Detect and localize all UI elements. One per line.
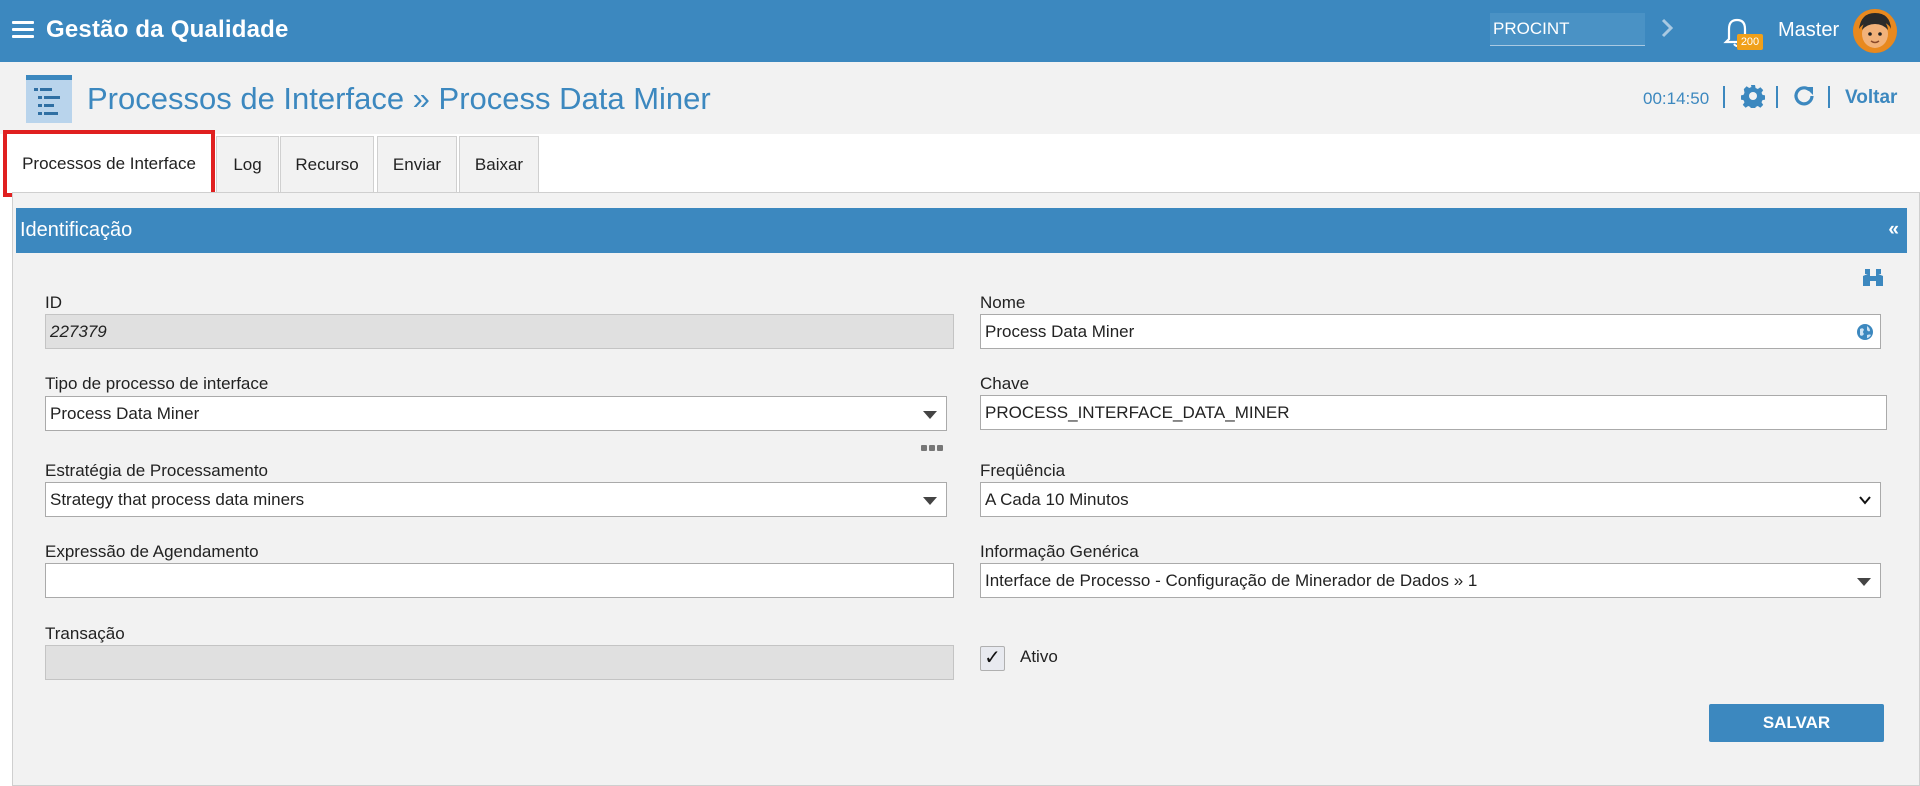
globe-icon[interactable] <box>1856 323 1874 341</box>
transacao-label: Transação <box>45 624 125 643</box>
tab-recurso[interactable]: Recurso <box>280 136 374 192</box>
frequencia-value: A Cada 10 Minutos <box>985 490 1129 509</box>
page-title: Processos de Interface » Process Data Mi… <box>87 81 711 116</box>
id-field: 227379 <box>45 314 954 349</box>
tipo-select[interactable]: Process Data Miner <box>45 396 947 431</box>
binoculars-icon[interactable] <box>1862 268 1884 288</box>
top-bar: Gestão da Qualidade 200 Master <box>0 0 1920 62</box>
chave-label: Chave <box>980 374 1030 393</box>
chevron-down-icon <box>1857 578 1871 586</box>
tab-log[interactable]: Log <box>216 136 279 192</box>
menu-icon[interactable] <box>12 21 34 39</box>
chevron-down-icon <box>923 411 937 419</box>
tab-enviar[interactable]: Enviar <box>377 136 457 192</box>
notification-badge: 200 <box>1737 34 1763 50</box>
app-title: Gestão da Qualidade <box>46 16 289 43</box>
frequencia-label: Freqüência <box>980 461 1066 480</box>
estrategia-value: Strategy that process data miners <box>50 490 305 509</box>
section-title: Identificação <box>20 219 133 241</box>
back-link[interactable]: Voltar <box>1845 87 1897 109</box>
tipo-label: Tipo de processo de interface <box>45 374 269 393</box>
more-options-icon[interactable] <box>921 438 945 451</box>
divider <box>1723 86 1725 108</box>
nome-label: Nome <box>980 293 1026 312</box>
avatar[interactable] <box>1853 9 1897 53</box>
context-input[interactable] <box>1490 13 1645 46</box>
nome-input[interactable]: Process Data Miner <box>980 314 1881 349</box>
estrategia-select[interactable]: Strategy that process data miners <box>45 482 947 517</box>
session-timer: 00:14:50 <box>1643 89 1710 108</box>
expressao-label: Expressão de Agendamento <box>45 542 259 561</box>
estrategia-label: Estratégia de Processamento <box>45 461 269 480</box>
chevron-down-icon <box>1859 496 1871 505</box>
nome-value: Process Data Miner <box>985 322 1135 341</box>
ativo-label: Ativo <box>1020 647 1058 666</box>
informacao-value: Interface de Processo - Configuração de … <box>985 571 1478 590</box>
chevron-down-icon <box>923 497 937 505</box>
tab-processos-de-interface[interactable]: Processos de Interface <box>3 130 215 197</box>
section-header[interactable]: Identificação « <box>16 208 1907 253</box>
divider <box>1776 86 1778 108</box>
informacao-label: Informação Genérica <box>980 542 1139 561</box>
collapse-icon[interactable]: « <box>1888 219 1899 241</box>
chevron-right-icon[interactable] <box>1658 14 1678 44</box>
expressao-input[interactable] <box>45 563 954 598</box>
refresh-icon[interactable] <box>1792 84 1816 108</box>
ativo-checkbox[interactable]: ✓ <box>980 646 1005 671</box>
frequencia-select[interactable]: A Cada 10 Minutos <box>980 482 1881 517</box>
informacao-select[interactable]: Interface de Processo - Configuração de … <box>980 563 1881 598</box>
transacao-field <box>45 645 954 680</box>
process-list-icon <box>26 75 72 123</box>
gear-icon[interactable] <box>1741 84 1765 108</box>
chave-input[interactable]: PROCESS_INTERFACE_DATA_MINER <box>980 395 1887 430</box>
tab-baixar[interactable]: Baixar <box>459 136 539 192</box>
save-button[interactable]: SALVAR <box>1709 704 1884 742</box>
user-name[interactable]: Master <box>1778 19 1839 42</box>
id-label: ID <box>45 293 62 312</box>
divider <box>1828 86 1830 108</box>
tipo-value: Process Data Miner <box>50 404 200 423</box>
